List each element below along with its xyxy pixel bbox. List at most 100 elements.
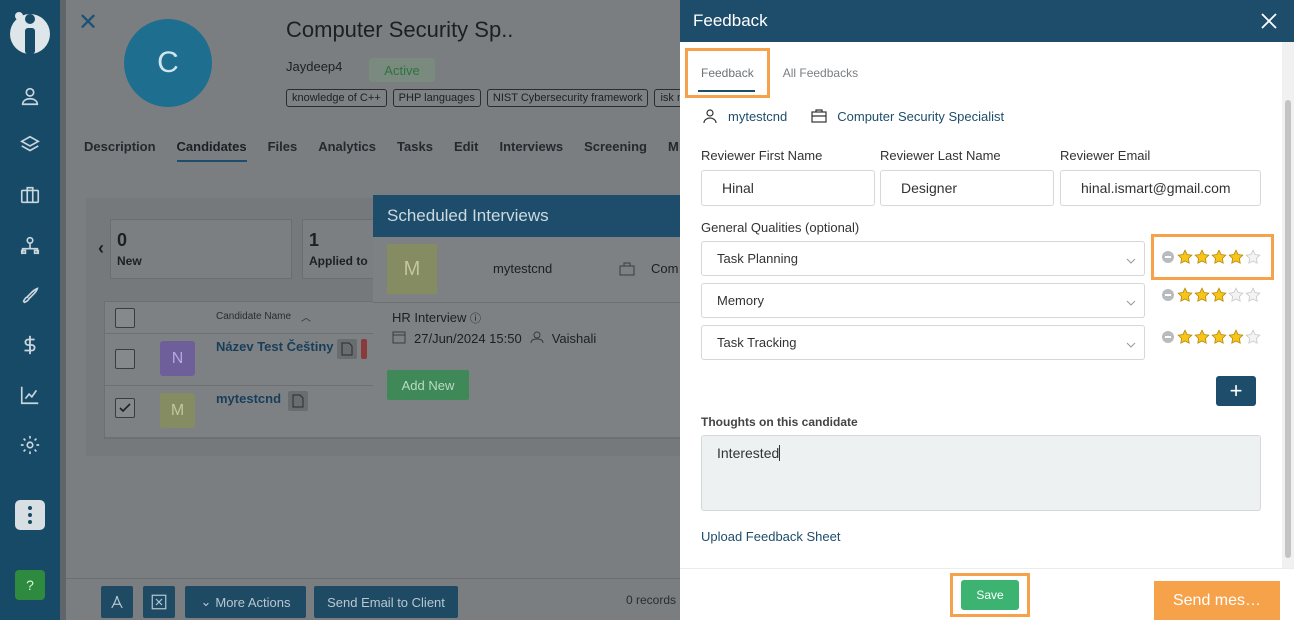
skill-tag: PHP languages (392, 89, 481, 107)
dollar-icon[interactable] (14, 329, 46, 361)
star-filled-icon[interactable] (1194, 249, 1210, 265)
reviewer-first-name-field[interactable]: Hinal (701, 170, 875, 206)
chevron-down-icon (1126, 254, 1136, 264)
select-all-checkbox[interactable] (115, 308, 135, 328)
skill-tag: knowledge of C++ (286, 89, 387, 107)
tab-description[interactable]: Description (84, 139, 156, 162)
tab-all-feedbacks[interactable]: All Feedbacks (770, 48, 871, 98)
help-button[interactable]: ? (15, 570, 45, 600)
quality-select-value: Task Planning (717, 251, 798, 266)
user-icon (702, 108, 718, 124)
clear-rating-icon[interactable] (1162, 331, 1174, 343)
clear-rating-icon[interactable] (1162, 251, 1174, 263)
tab-feedback[interactable]: Feedback (685, 48, 770, 98)
tab-more[interactable]: M (668, 139, 679, 162)
quality-select[interactable]: Task Tracking (701, 325, 1145, 360)
briefcase-icon[interactable] (14, 179, 46, 211)
reviewer-email-field[interactable]: hinal.ismart@gmail.com (1060, 170, 1261, 206)
scrollbar-thumb[interactable] (1285, 100, 1291, 558)
star-filled-icon[interactable] (1228, 329, 1244, 345)
pdf-export-icon[interactable] (101, 586, 133, 618)
send-email-button[interactable]: Send Email to Client (314, 586, 458, 618)
star-empty-icon[interactable] (1245, 287, 1261, 303)
document-icon[interactable] (288, 391, 308, 411)
tab-files[interactable]: Files (268, 139, 298, 162)
star-filled-icon[interactable] (1228, 249, 1244, 265)
gear-icon[interactable] (14, 429, 46, 461)
save-button[interactable]: Save (961, 580, 1019, 610)
scheduled-interviews-popup: Scheduled Interviews M mytestcnd Com HR … (373, 195, 686, 428)
star-filled-icon[interactable] (1177, 287, 1193, 303)
quality-select[interactable]: Memory (701, 283, 1145, 318)
tab-screening[interactable]: Screening (584, 139, 647, 162)
star-rating[interactable] (1162, 329, 1261, 345)
star-filled-icon[interactable] (1211, 329, 1227, 345)
star-rating[interactable] (1162, 287, 1261, 303)
scrollbar[interactable] (1282, 42, 1294, 568)
star-filled-icon[interactable] (1211, 249, 1227, 265)
candidate-name-link[interactable]: Název Test Češtiny (216, 339, 334, 354)
reviewer-first-name-label: Reviewer First Name (701, 148, 823, 163)
skills-list: knowledge of C++ PHP languages NIST Cybe… (286, 89, 686, 107)
drawer-title: Feedback (693, 11, 768, 30)
stat-new[interactable]: 0 New (110, 219, 292, 279)
job-link[interactable]: Computer Security Specialist (837, 109, 1004, 124)
upload-feedback-sheet-link[interactable]: Upload Feedback Sheet (701, 529, 840, 544)
sort-up-icon[interactable]: ︿ (301, 309, 311, 324)
chevron-down-icon (1126, 338, 1136, 348)
star-empty-icon[interactable] (1245, 249, 1261, 265)
briefcase-icon (811, 108, 827, 124)
company-name: Com (651, 261, 679, 276)
info-icon[interactable]: ⓘ (470, 313, 481, 325)
stat-count: 0 (117, 230, 128, 250)
interviewer-name: Vaishali (551, 331, 597, 346)
row-checkbox[interactable] (115, 349, 135, 369)
app-logo-icon[interactable] (8, 8, 52, 56)
candidate-link[interactable]: mytestcnd (728, 109, 787, 124)
tab-candidates[interactable]: Candidates (176, 139, 247, 162)
star-filled-icon[interactable] (1177, 249, 1193, 265)
column-header-candidate-name[interactable]: Candidate Name (216, 311, 291, 322)
analytics-icon[interactable] (14, 379, 46, 411)
tab-edit[interactable]: Edit (454, 139, 479, 162)
feedback-drawer: Feedback Feedback All Feedbacks mytestcn… (680, 0, 1294, 620)
tab-tasks[interactable]: Tasks (397, 139, 433, 162)
excel-export-icon[interactable] (143, 586, 175, 618)
thoughts-textarea[interactable]: Interested (701, 435, 1261, 511)
add-quality-button[interactable]: + (1216, 376, 1256, 406)
org-chart-icon[interactable] (14, 229, 46, 261)
skill-tag: NIST Cybersecurity framework (486, 89, 649, 107)
close-icon[interactable] (1260, 12, 1278, 30)
candidate-name-link[interactable]: mytestcnd (216, 391, 281, 406)
star-empty-icon[interactable] (1245, 329, 1261, 345)
chevron-left-icon[interactable]: ‹ (98, 238, 104, 259)
clear-rating-icon[interactable] (1162, 289, 1174, 301)
star-filled-icon[interactable] (1177, 329, 1193, 345)
popup-title: Scheduled Interviews (373, 195, 686, 237)
tab-analytics[interactable]: Analytics (318, 139, 376, 162)
star-filled-icon[interactable] (1194, 287, 1210, 303)
star-filled-icon[interactable] (1194, 329, 1210, 345)
pdf-icon[interactable] (361, 339, 367, 359)
rocket-icon[interactable] (14, 279, 46, 311)
layers-icon[interactable] (14, 129, 46, 161)
close-icon[interactable]: ✕ (78, 8, 98, 37)
tab-interviews[interactable]: Interviews (500, 139, 564, 162)
reviewer-last-name-field[interactable]: Designer (880, 170, 1054, 206)
bottom-action-bar: ⌄ More Actions Send Email to Client 0 re… (66, 578, 686, 620)
quality-select[interactable]: Task Planning (701, 241, 1145, 276)
more-actions-button[interactable]: ⌄ More Actions (185, 586, 306, 618)
send-message-button[interactable]: Send mes… (1154, 581, 1280, 620)
star-empty-icon[interactable] (1228, 287, 1244, 303)
job-title: Computer Security Sp.. (286, 17, 514, 42)
avatar: N (160, 341, 195, 376)
row-checkbox[interactable] (115, 398, 135, 418)
star-rating[interactable] (1151, 234, 1274, 280)
save-highlight: Save (950, 573, 1030, 617)
job-avatar: C (124, 19, 212, 107)
document-icon[interactable] (337, 339, 357, 359)
more-options-icon[interactable] (15, 500, 45, 530)
star-filled-icon[interactable] (1211, 287, 1227, 303)
add-new-button[interactable]: Add New (387, 370, 469, 400)
user-icon[interactable] (14, 80, 46, 112)
